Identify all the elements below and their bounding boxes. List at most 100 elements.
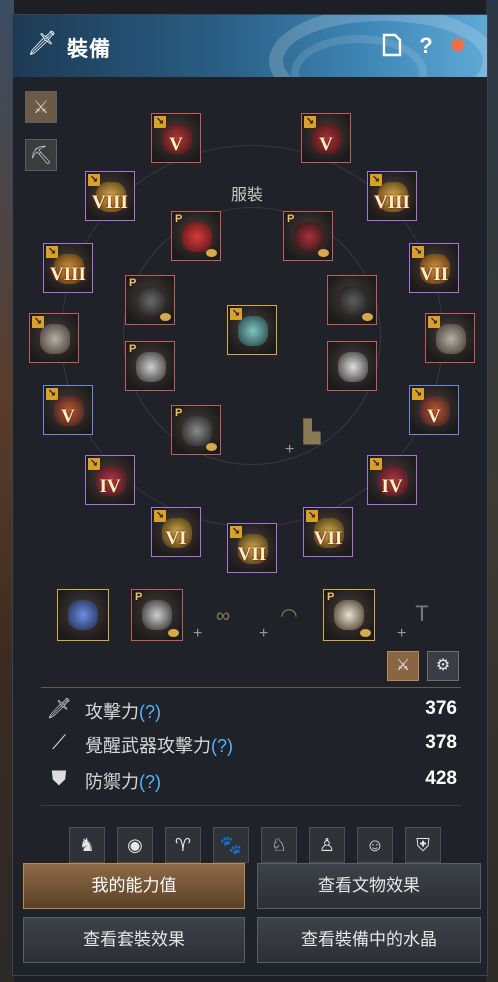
set-effects-button[interactable]: 查看套裝效果 xyxy=(23,917,245,963)
divider xyxy=(41,805,461,806)
worker-icon[interactable]: ♙ xyxy=(309,827,345,863)
main-weapon-slot[interactable]: ↘ IV xyxy=(85,455,135,505)
help-icon[interactable]: (?) xyxy=(139,702,161,722)
window-title: 裝備 xyxy=(67,38,111,61)
pet-item-icon xyxy=(334,600,364,630)
belt-slot[interactable]: ↘ xyxy=(29,313,79,363)
help-button[interactable]: ? xyxy=(413,33,439,59)
costume-awakening-slot[interactable]: P xyxy=(171,405,221,455)
stat-value: 428 xyxy=(425,768,457,789)
artifact-effects-button[interactable]: 查看文物效果 xyxy=(257,863,481,909)
costume-hat-slot[interactable]: P xyxy=(171,211,221,261)
sub-weapon-slot[interactable]: ↘ IV xyxy=(367,455,417,505)
earring-slot[interactable]: ↘ VIII xyxy=(43,243,93,293)
maid-icon[interactable]: ♘ xyxy=(261,827,297,863)
pearl-marker: P xyxy=(135,591,143,603)
tool-icon[interactable]: ⛏ xyxy=(25,139,57,171)
equipped-crystals-button[interactable]: 查看裝備中的水晶 xyxy=(257,917,481,963)
emblem-icon xyxy=(68,600,98,630)
gloves-slot[interactable]: ↘ V xyxy=(43,385,93,435)
costume-accessory-slot[interactable]: P xyxy=(131,589,183,641)
stat-label: 覺醒武器攻擊力(?) xyxy=(85,736,233,756)
enhance-level: IV xyxy=(381,476,403,497)
window-header[interactable]: 🗡 裝備 ? ✸ xyxy=(13,15,487,77)
lock-icon: ↘ xyxy=(412,246,424,258)
coin-icon xyxy=(206,249,217,257)
enhance-level: VI xyxy=(165,528,187,549)
empty-mask-slot-icon[interactable]: ◠ xyxy=(269,603,309,628)
enhance-level: V xyxy=(61,406,75,427)
empty-cloak-slot-icon[interactable]: ▙ xyxy=(297,419,327,445)
costume-gloves-icon xyxy=(338,286,368,316)
plus-icon: + xyxy=(193,625,203,642)
earring-slot[interactable]: ↘ VII xyxy=(409,243,459,293)
ring-slot[interactable]: ↘ VIII xyxy=(85,171,135,221)
enhance-level: V xyxy=(169,134,183,155)
pearl-marker: P xyxy=(175,407,183,419)
coin-icon xyxy=(318,249,329,257)
my-stats-button[interactable]: 我的能力值 xyxy=(23,863,245,909)
costume-gloves-slot[interactable] xyxy=(327,275,377,325)
artifact-slot[interactable]: ↘ VII xyxy=(227,523,277,573)
helmet-slot[interactable]: ↘ V xyxy=(151,113,201,163)
lock-icon: ↘ xyxy=(370,458,382,470)
underwear-item-icon xyxy=(238,316,268,346)
stat-label: 防禦力(?) xyxy=(85,772,161,792)
accessory-icon xyxy=(142,600,172,630)
plus-icon: + xyxy=(285,441,295,458)
star-icon[interactable]: ✸ xyxy=(445,33,471,59)
enhance-level: VIII xyxy=(374,192,410,213)
lock-icon: ↘ xyxy=(304,116,316,128)
lock-icon: ↘ xyxy=(230,526,242,538)
costume-shoes-slot[interactable]: P xyxy=(125,275,175,325)
divider xyxy=(41,687,461,688)
sword-shield-toggle-icon[interactable]: ⚔ xyxy=(387,651,419,681)
equipment-icon: 🗡 xyxy=(27,30,58,57)
help-icon[interactable]: (?) xyxy=(211,736,233,756)
blade-icon: ⟋ xyxy=(52,732,66,754)
costume-subweapon-slot[interactable] xyxy=(327,341,377,391)
awakening-weapon-slot[interactable]: ↘ VI xyxy=(151,507,201,557)
gear-icon[interactable]: ⚙ xyxy=(427,651,459,681)
pet-slot[interactable]: P xyxy=(323,589,375,641)
enhance-level: IV xyxy=(99,476,121,497)
belt-item-icon xyxy=(40,324,70,354)
stat-value: 378 xyxy=(425,732,457,753)
attack-stat: 🗡 攻擊力(?) 376 xyxy=(45,693,465,725)
armor-slot[interactable]: ↘ V xyxy=(301,113,351,163)
help-icon[interactable]: (?) xyxy=(139,772,161,792)
enhance-level: VIII xyxy=(50,264,86,285)
lock-icon: ↘ xyxy=(154,510,166,522)
horse-icon[interactable]: ♞ xyxy=(69,827,105,863)
defense-stat: ⛊ 防禦力(?) 428 xyxy=(45,763,465,795)
plus-icon: + xyxy=(259,625,269,642)
empty-tool-slot-icon[interactable]: T xyxy=(407,601,437,627)
lock-icon: ↘ xyxy=(88,174,100,186)
lock-icon: ↘ xyxy=(370,174,382,186)
empty-glasses-slot-icon[interactable]: ∞ xyxy=(203,605,243,628)
costume-label: 服裝 xyxy=(231,187,264,204)
paw-icon[interactable]: 🐾 xyxy=(213,827,249,863)
lock-icon: ↘ xyxy=(46,388,58,400)
alchemy-stone-slot[interactable]: ↘ VII xyxy=(303,507,353,557)
lock-icon: ↘ xyxy=(306,510,318,522)
necklace-slot[interactable]: ↘ xyxy=(425,313,475,363)
shield-icon: ⛊ xyxy=(51,768,67,790)
guard-icon[interactable]: ⛨ xyxy=(405,827,441,863)
companion-icon[interactable]: ☺ xyxy=(357,827,393,863)
page-icon[interactable] xyxy=(379,33,405,59)
costume-weapon-slot[interactable]: P xyxy=(125,341,175,391)
weapons-toggle-icon[interactable]: ⚔ xyxy=(25,91,57,123)
shoes-slot[interactable]: ↘ V xyxy=(409,385,459,435)
costume-shoes-icon xyxy=(136,286,166,316)
awakening-attack-stat: ⟋ 覺醒武器攻擊力(?) 378 xyxy=(45,727,465,759)
underwear-slot[interactable]: ↘ xyxy=(227,305,277,355)
enhance-level: V xyxy=(427,406,441,427)
emblem-slot[interactable] xyxy=(57,589,109,641)
costume-weapon-icon xyxy=(136,352,166,382)
outfit-icon[interactable]: ♈ xyxy=(165,827,201,863)
ring-slot[interactable]: ↘ VIII xyxy=(367,171,417,221)
costume-outfit-slot[interactable]: P xyxy=(283,211,333,261)
mask-icon[interactable]: ◉ xyxy=(117,827,153,863)
necklace-item-icon xyxy=(436,324,466,354)
